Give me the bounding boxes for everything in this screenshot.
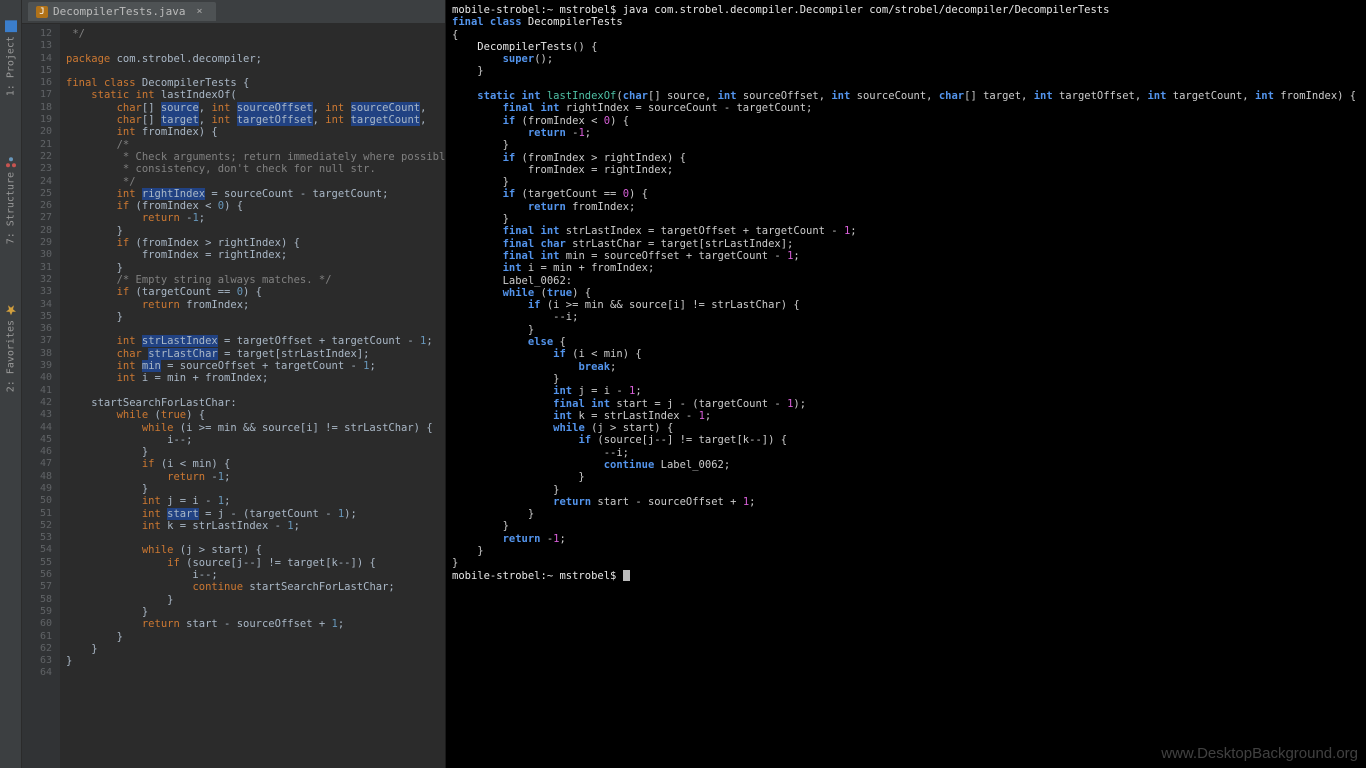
- java-file-icon: J: [36, 6, 48, 18]
- project-icon: [5, 20, 17, 32]
- app-root: 1: Project 7: Structure 2: Favorites J D…: [0, 0, 1366, 768]
- sidebar-item-favorites[interactable]: 2: Favorites: [5, 304, 17, 392]
- sidebar-item-label: 7: Structure: [5, 172, 16, 244]
- sidebar-item-structure[interactable]: 7: Structure: [5, 156, 17, 244]
- tab-decompilertests[interactable]: J DecompilerTests.java ×: [28, 2, 216, 21]
- editor-tabs: J DecompilerTests.java ×: [22, 0, 445, 24]
- terminal-panel[interactable]: mobile-strobel:~ mstrobel$ java com.stro…: [446, 0, 1366, 768]
- tool-sidebar: 1: Project 7: Structure 2: Favorites: [0, 0, 22, 768]
- line-gutter: 12 13 14 15 16 17 18 19 20 21 22 23 24 2…: [22, 24, 60, 768]
- code-content[interactable]: */ package com.strobel.decompiler; final…: [60, 24, 445, 768]
- close-icon[interactable]: ×: [196, 6, 202, 17]
- sidebar-item-label: 1: Project: [5, 36, 16, 96]
- watermark-text: www.DesktopBackground.org: [1161, 745, 1358, 762]
- sidebar-item-project[interactable]: 1: Project: [5, 20, 17, 96]
- star-icon: [5, 304, 17, 316]
- sidebar-item-label: 2: Favorites: [5, 320, 16, 392]
- tab-filename: DecompilerTests.java: [53, 5, 185, 18]
- editor-area[interactable]: 12 13 14 15 16 17 18 19 20 21 22 23 24 2…: [22, 24, 445, 768]
- structure-icon: [5, 156, 17, 168]
- editor-panel: J DecompilerTests.java × 12 13 14 15 16 …: [22, 0, 446, 768]
